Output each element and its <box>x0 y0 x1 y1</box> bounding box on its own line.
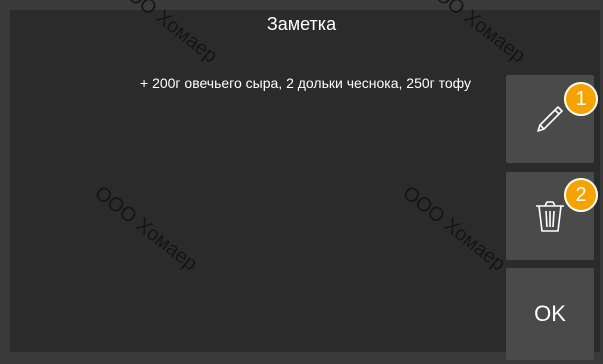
pencil-icon <box>537 106 563 132</box>
page-title: Заметка <box>266 14 337 34</box>
trash-icon <box>536 201 564 232</box>
note-text: + 200г овечьего сыра, 2 дольки чеснока, … <box>140 75 472 91</box>
step-badge: 2 <box>564 178 598 212</box>
ok-button[interactable]: OK <box>506 268 594 360</box>
step-badge: 1 <box>564 82 598 116</box>
screen: ООО Хомаер ООО Хомаер ООО Хомаер ООО Хом… <box>0 0 603 364</box>
